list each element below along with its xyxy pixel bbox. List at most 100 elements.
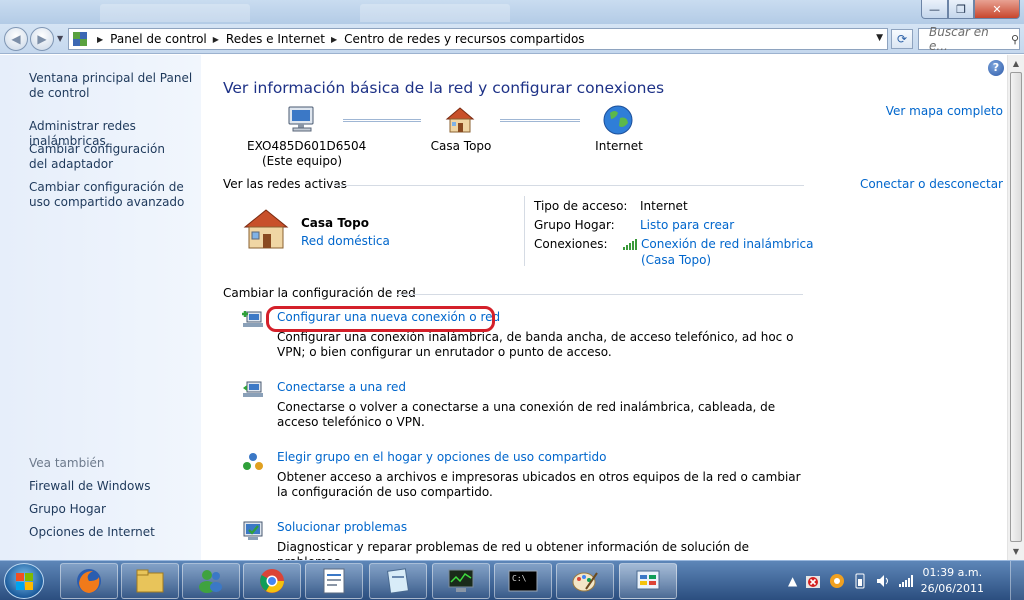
sidebar-item-internet-options[interactable]: Opciones de Internet	[29, 525, 199, 540]
wireless-connection-ssid: (Casa Topo)	[641, 253, 712, 267]
scrollbar-thumb[interactable]	[1010, 72, 1022, 542]
connect-disconnect-link[interactable]: Conectar o desconectar	[855, 177, 1003, 191]
section-divider	[397, 294, 803, 295]
internet-label: Internet	[595, 139, 643, 153]
windows-logo-icon	[16, 582, 24, 590]
full-map-link[interactable]: Ver mapa completo	[886, 104, 1003, 118]
taskbar-firefox[interactable]	[60, 563, 118, 599]
page-title: Ver información básica de la red y confi…	[223, 79, 665, 97]
start-button[interactable]	[4, 563, 44, 599]
recent-pages-dropdown[interactable]: ▼	[57, 34, 63, 43]
wireless-connection-link[interactable]: Conexión de red inalámbrica (Casa Topo)	[641, 236, 814, 268]
task-homegroup: Elegir grupo en el hogar y opciones de u…	[277, 450, 807, 500]
taskbar-wordpad[interactable]	[305, 563, 363, 599]
refresh-icon: ⟳	[896, 32, 908, 46]
taskbar: C:\ ▲ 01:39 a.m. 26/06/2011	[0, 560, 1024, 600]
notepad-icon	[386, 568, 410, 594]
breadcrumb-separator-icon[interactable]: ▶	[213, 35, 219, 44]
sidebar-item-firewall[interactable]: Firewall de Windows	[29, 479, 199, 494]
internet-globe-icon	[603, 105, 633, 135]
connect-network-desc: Conectarse o volver a conectarse a una c…	[277, 400, 776, 429]
forward-button[interactable]: ▶	[30, 27, 54, 51]
home-network-label: Casa Topo	[430, 139, 492, 153]
vertical-scrollbar[interactable]: ▲ ▼	[1007, 55, 1024, 560]
command-prompt-icon: C:\	[508, 570, 538, 592]
title-ghost	[100, 4, 250, 22]
wireless-tray-icon[interactable]	[899, 574, 915, 588]
clock-date: 26/06/2011	[920, 582, 984, 595]
control-panel-icon	[73, 32, 87, 46]
breadcrumb-network-internet[interactable]: Redes e Internet	[226, 32, 325, 46]
taskbar-task-manager[interactable]	[432, 563, 490, 599]
antivirus-icon[interactable]	[829, 573, 845, 589]
messenger-icon	[199, 570, 222, 593]
breadcrumb-separator-icon[interactable]: ▶	[97, 35, 103, 44]
windows-logo-icon	[25, 573, 33, 581]
show-desktop-button[interactable]	[1010, 561, 1024, 600]
help-icon[interactable]: ?	[988, 60, 1004, 76]
wireless-signal-icon	[623, 239, 637, 250]
homegroup-sharing-icon	[243, 453, 263, 470]
refresh-button[interactable]: ⟳	[891, 29, 913, 49]
computer-node-label: EXO485D601D6504 (Este equipo)	[247, 139, 367, 169]
sidebar-item-adapter-settings[interactable]: Cambiar configuración del adaptador	[29, 142, 179, 172]
maximize-button[interactable]: ❐	[948, 0, 974, 19]
power-icon[interactable]	[853, 573, 867, 589]
taskbar-explorer[interactable]	[121, 563, 179, 599]
breadcrumb-separator-icon[interactable]: ▶	[331, 35, 337, 44]
windows-logo-icon	[16, 573, 24, 581]
new-connection-desc: Configurar una conexión inalámbrica, de …	[277, 330, 794, 359]
taskbar-chrome[interactable]	[243, 563, 301, 599]
network-type-link[interactable]: Red doméstica	[301, 233, 390, 249]
active-network-name: Casa Topo	[301, 216, 369, 230]
breadcrumb: ▶ Panel de control ▶ Redes e Internet ▶ …	[91, 32, 585, 46]
connect-network-icon	[243, 381, 263, 397]
window-controls: — ❐ ✕	[921, 0, 1020, 19]
back-arrow-icon: ◀	[11, 32, 21, 46]
breadcrumb-network-center[interactable]: Centro de redes y recursos compartidos	[344, 32, 584, 46]
connect-network-link[interactable]: Conectarse a una red	[277, 380, 406, 394]
homegroup-sharing-link[interactable]: Elegir grupo en el hogar y opciones de u…	[277, 450, 607, 464]
troubleshoot-icon	[243, 521, 263, 540]
section-divider	[334, 185, 804, 186]
computer-sub: (Este equipo)	[262, 154, 342, 168]
taskbar-paint[interactable]	[556, 563, 614, 599]
taskbar-notepad[interactable]	[369, 563, 427, 599]
firefox-icon	[77, 569, 101, 593]
chrome-icon	[260, 569, 284, 593]
scroll-down-icon[interactable]: ▼	[1008, 543, 1024, 559]
troubleshoot-link[interactable]: Solucionar problemas	[277, 520, 407, 534]
taskbar-messenger[interactable]	[182, 563, 240, 599]
active-networks-header: Ver las redes activas	[223, 177, 347, 191]
windows-logo-icon	[25, 582, 33, 590]
sidebar-item-advanced-sharing[interactable]: Cambiar configuración de uso compartido …	[29, 180, 199, 210]
homegroup-link[interactable]: Listo para crear	[640, 217, 734, 233]
minimize-button[interactable]: —	[921, 0, 948, 19]
breadcrumb-control-panel[interactable]: Panel de control	[110, 32, 207, 46]
sidebar-item-homegroup[interactable]: Grupo Hogar	[29, 502, 199, 517]
volume-icon[interactable]	[875, 573, 891, 589]
home-network-icon	[445, 107, 475, 133]
scroll-up-icon[interactable]: ▲	[1008, 55, 1024, 71]
show-hidden-icons[interactable]: ▲	[788, 574, 797, 588]
sidebar-item-control-panel-home[interactable]: Ventana principal del Panel de control	[29, 71, 199, 101]
network-connector-line	[343, 119, 421, 122]
wordpad-icon	[323, 568, 345, 594]
close-button[interactable]: ✕	[974, 0, 1020, 19]
security-alert-icon[interactable]	[805, 573, 821, 589]
forward-arrow-icon: ▶	[37, 32, 47, 46]
homegroup-label: Grupo Hogar:	[534, 218, 615, 232]
clock-time: 01:39 a.m.	[922, 566, 983, 579]
taskbar-control-panel[interactable]	[619, 563, 677, 599]
system-clock[interactable]: 01:39 a.m. 26/06/2011	[921, 565, 984, 597]
taskbar-cmd[interactable]: C:\	[494, 563, 552, 599]
back-button[interactable]: ◀	[4, 27, 28, 51]
search-icon[interactable]: ⚲	[1011, 33, 1019, 46]
computer-name: EXO485D601D6504	[247, 139, 367, 153]
address-dropdown-icon[interactable]: ▼	[876, 33, 883, 43]
main-content: Ver información básica de la red y confi…	[201, 55, 1007, 569]
highlight-oval	[266, 306, 495, 332]
search-input[interactable]: Buscar en e... ⚲	[918, 25, 1020, 53]
address-bar[interactable]: ▶ Panel de control ▶ Redes e Internet ▶ …	[68, 28, 888, 50]
access-type-value: Internet	[640, 199, 688, 213]
